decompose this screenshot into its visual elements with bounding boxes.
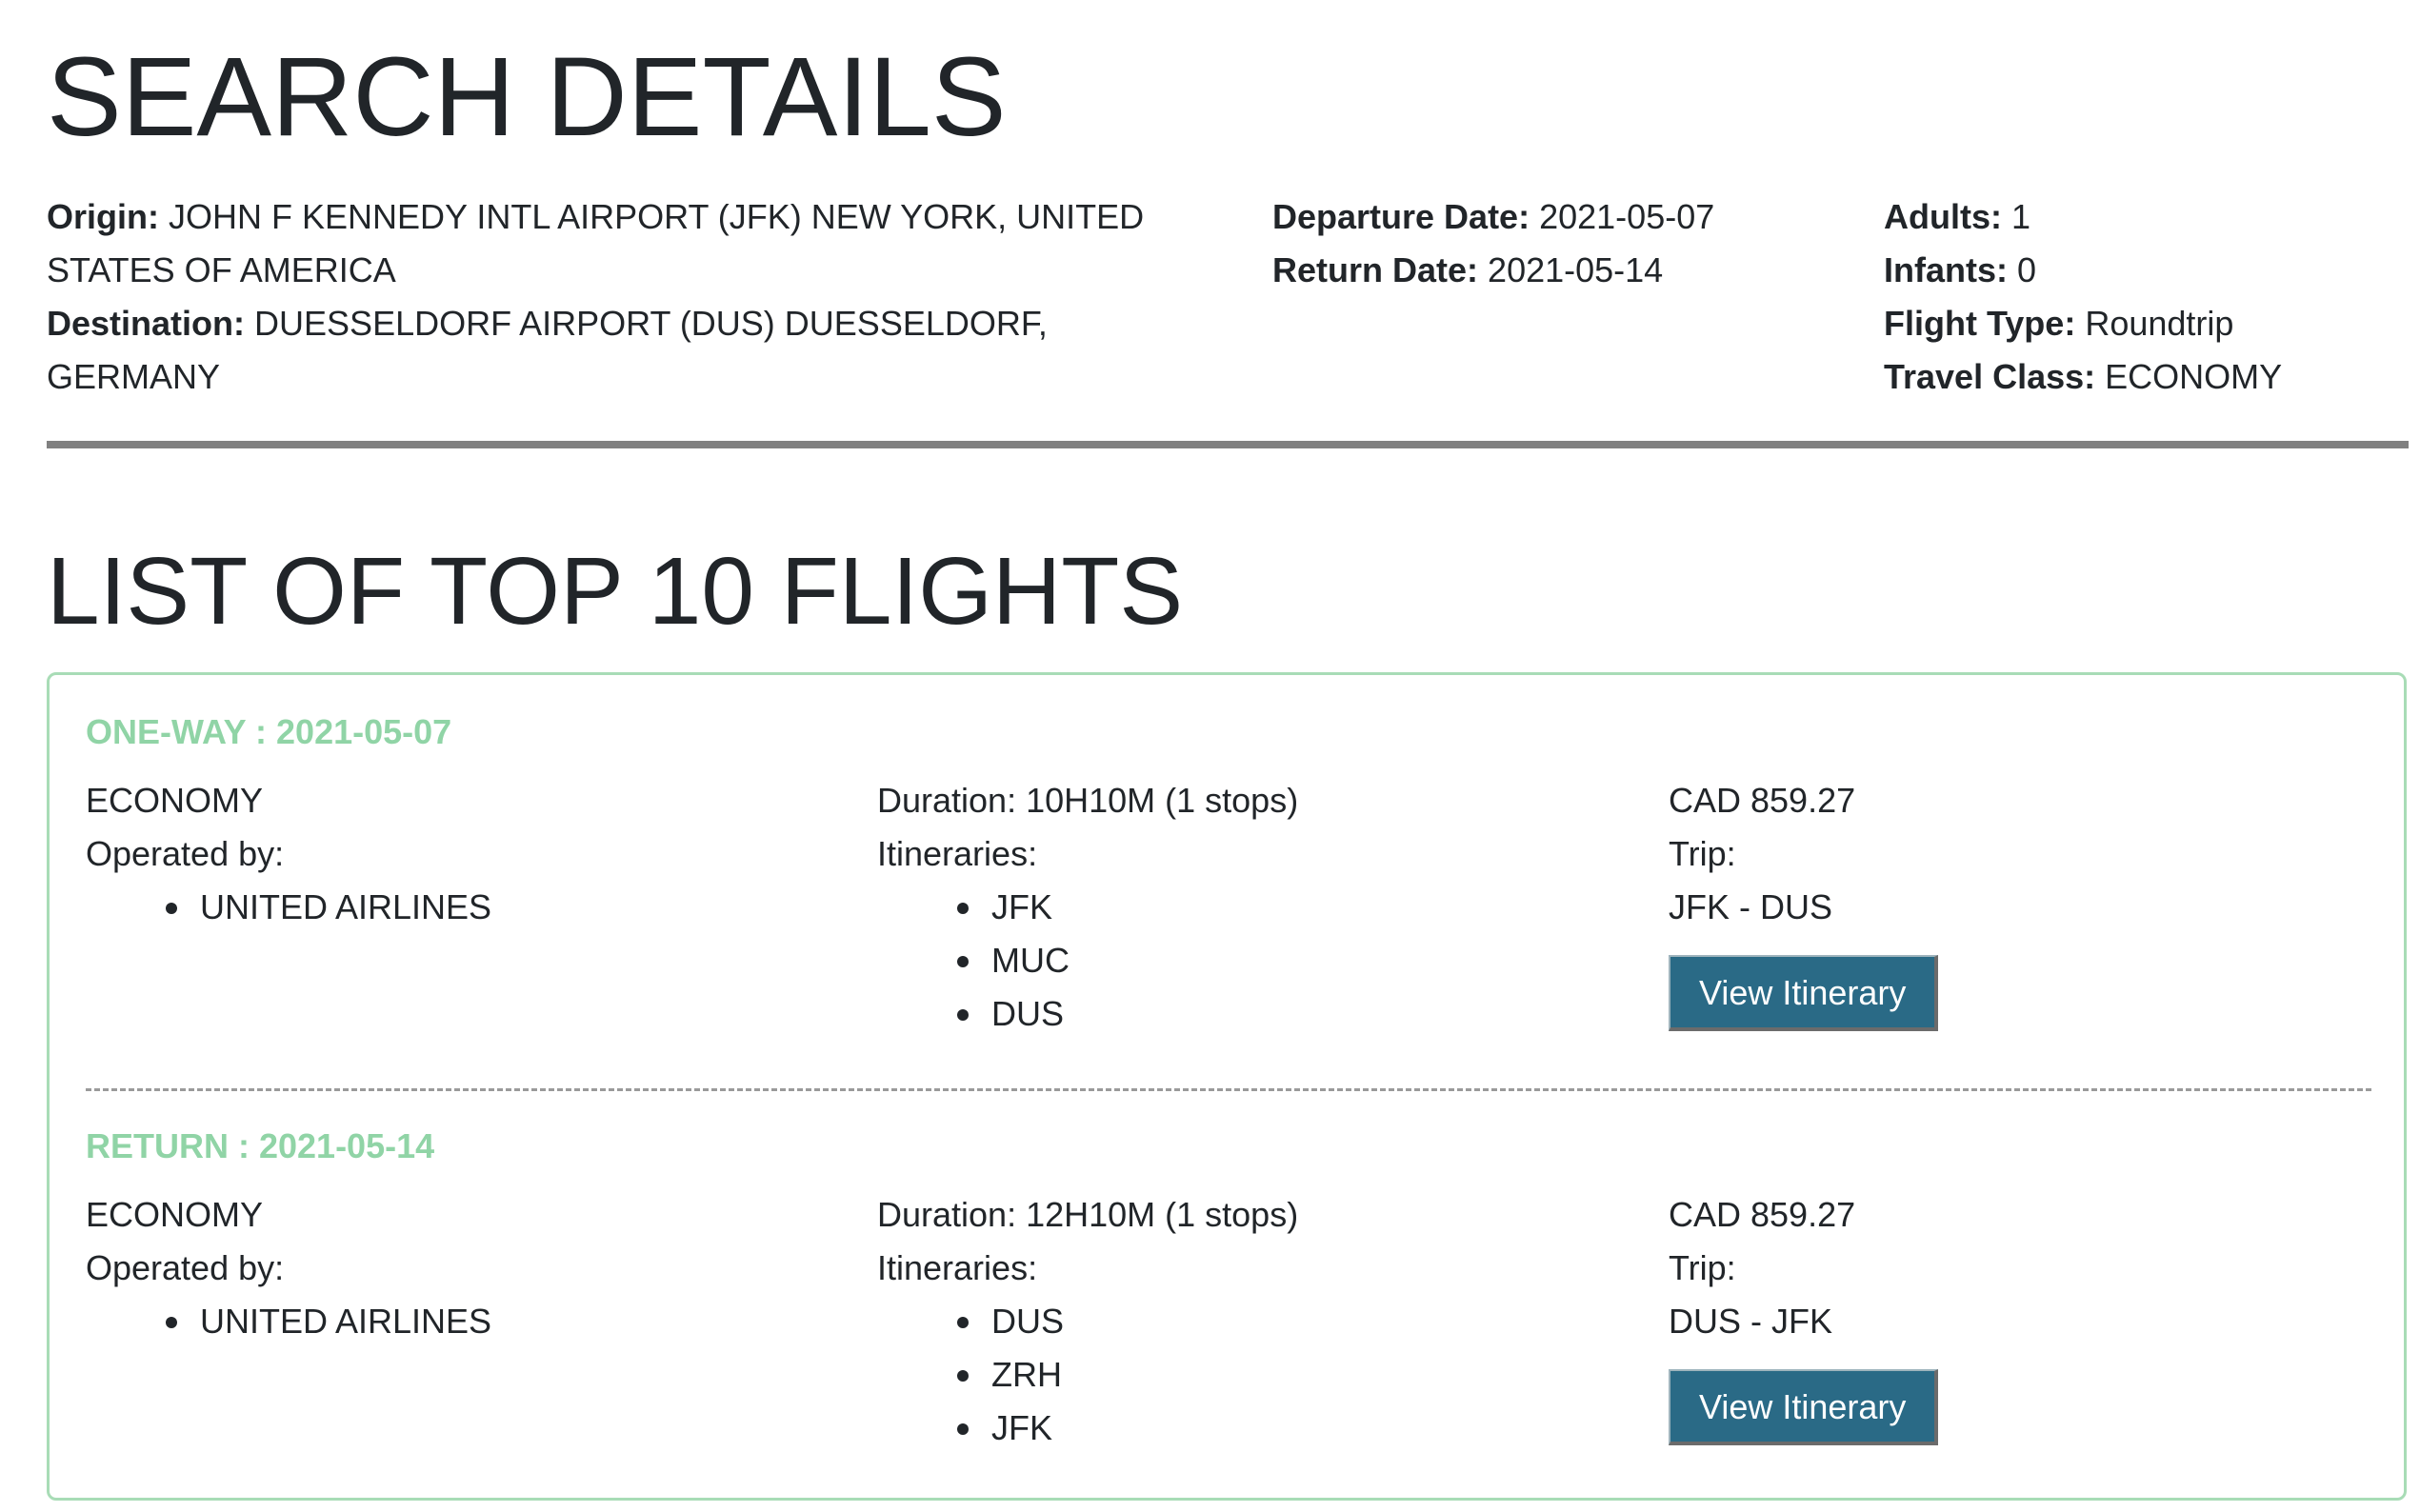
- trip-label: Trip:: [1669, 1248, 1736, 1287]
- duration: Duration: 12H10M (1 stops): [877, 1195, 1299, 1234]
- page-title: SEARCH DETAILS: [47, 34, 1007, 160]
- origin-value: JOHN F KENNEDY INTL AIRPORT (JFK) NEW YO…: [47, 197, 1145, 289]
- flight-type-row: Flight Type: Roundtrip: [1884, 297, 2417, 350]
- trip-route: DUS - JFK: [1669, 1302, 1833, 1341]
- price-column: CAD 859.27 Trip: DUS - JFK View Itinerar…: [1669, 1188, 2354, 1445]
- origin-label: Origin:: [47, 197, 159, 236]
- cabin-class: ECONOMY: [86, 781, 264, 820]
- list-item: DUS: [957, 987, 1639, 1041]
- carrier-list: UNITED AIRLINES: [86, 881, 848, 934]
- return-label: Return Date:: [1272, 250, 1479, 289]
- travel-class-value: ECONOMY: [2105, 357, 2283, 396]
- list-item: DUS: [957, 1295, 1639, 1348]
- adults-value: 1: [2011, 197, 2031, 236]
- flight-type-label: Flight Type:: [1884, 304, 2076, 343]
- infants-label: Infants:: [1884, 250, 2008, 289]
- trip-label: Trip:: [1669, 834, 1736, 873]
- price: CAD 859.27: [1669, 781, 1856, 820]
- infants-value: 0: [2017, 250, 2037, 289]
- search-details-route: Origin: JOHN F KENNEDY INTL AIRPORT (JFK…: [47, 190, 1218, 404]
- carrier-column: ECONOMY Operated by: UNITED AIRLINES: [86, 1188, 848, 1348]
- carrier-column: ECONOMY Operated by: UNITED AIRLINES: [86, 774, 848, 934]
- departure-label: Departure Date:: [1272, 197, 1530, 236]
- search-details-passengers: Adults: 1 Infants: 0 Flight Type: Roundt…: [1884, 190, 2417, 404]
- list-item: UNITED AIRLINES: [166, 1295, 848, 1348]
- departure-value: 2021-05-07: [1539, 197, 1715, 236]
- itinerary-column: Duration: 12H10M (1 stops) Itineraries: …: [877, 1188, 1639, 1455]
- price-column: CAD 859.27 Trip: JFK - DUS View Itinerar…: [1669, 774, 2354, 1031]
- operated-by-label: Operated by:: [86, 1248, 285, 1287]
- flight-result-card: ONE-WAY : 2021-05-07 ECONOMY Operated by…: [47, 672, 2407, 1501]
- itinerary-column: Duration: 10H10M (1 stops) Itineraries: …: [877, 774, 1639, 1041]
- stops-list: DUS ZRH JFK: [877, 1295, 1639, 1455]
- price: CAD 859.27: [1669, 1195, 1856, 1234]
- leg-divider: [86, 1088, 2371, 1091]
- list-item: MUC: [957, 934, 1639, 987]
- outbound-leg: ONE-WAY : 2021-05-07 ECONOMY Operated by…: [86, 706, 2371, 1079]
- itineraries-label: Itineraries:: [877, 1248, 1038, 1287]
- section-divider: [47, 441, 2409, 448]
- return-value: 2021-05-14: [1488, 250, 1664, 289]
- search-details-dates: Departure Date: 2021-05-07 Return Date: …: [1272, 190, 1844, 297]
- adults-row: Adults: 1: [1884, 190, 2417, 244]
- operated-by-label: Operated by:: [86, 834, 285, 873]
- view-itinerary-button[interactable]: View Itinerary: [1669, 955, 1939, 1031]
- duration: Duration: 10H10M (1 stops): [877, 781, 1299, 820]
- trip-route: JFK - DUS: [1669, 887, 1833, 926]
- infants-row: Infants: 0: [1884, 244, 2417, 297]
- return-leg: RETURN : 2021-05-14 ECONOMY Operated by:…: [86, 1120, 2371, 1493]
- carrier-list: UNITED AIRLINES: [86, 1295, 848, 1348]
- travel-class-label: Travel Class:: [1884, 357, 2096, 396]
- return-row: Return Date: 2021-05-14: [1272, 244, 1844, 297]
- destination-label: Destination:: [47, 304, 246, 343]
- origin-row: Origin: JOHN F KENNEDY INTL AIRPORT (JFK…: [47, 190, 1218, 297]
- list-item: JFK: [957, 881, 1639, 934]
- list-item: ZRH: [957, 1348, 1639, 1402]
- itineraries-label: Itineraries:: [877, 834, 1038, 873]
- list-title: LIST OF TOP 10 FLIGHTS: [47, 538, 1184, 645]
- list-item: JFK: [957, 1402, 1639, 1455]
- page: SEARCH DETAILS Origin: JOHN F KENNEDY IN…: [0, 0, 2420, 1512]
- leg-heading: ONE-WAY : 2021-05-07: [86, 712, 452, 751]
- departure-row: Departure Date: 2021-05-07: [1272, 190, 1844, 244]
- adults-label: Adults:: [1884, 197, 2002, 236]
- stops-list: JFK MUC DUS: [877, 881, 1639, 1041]
- cabin-class: ECONOMY: [86, 1195, 264, 1234]
- destination-row: Destination: DUESSELDORF AIRPORT (DUS) D…: [47, 297, 1218, 404]
- leg-heading: RETURN : 2021-05-14: [86, 1126, 435, 1165]
- travel-class-row: Travel Class: ECONOMY: [1884, 350, 2417, 404]
- flight-type-value: Roundtrip: [2085, 304, 2234, 343]
- view-itinerary-button[interactable]: View Itinerary: [1669, 1369, 1939, 1445]
- list-item: UNITED AIRLINES: [166, 881, 848, 934]
